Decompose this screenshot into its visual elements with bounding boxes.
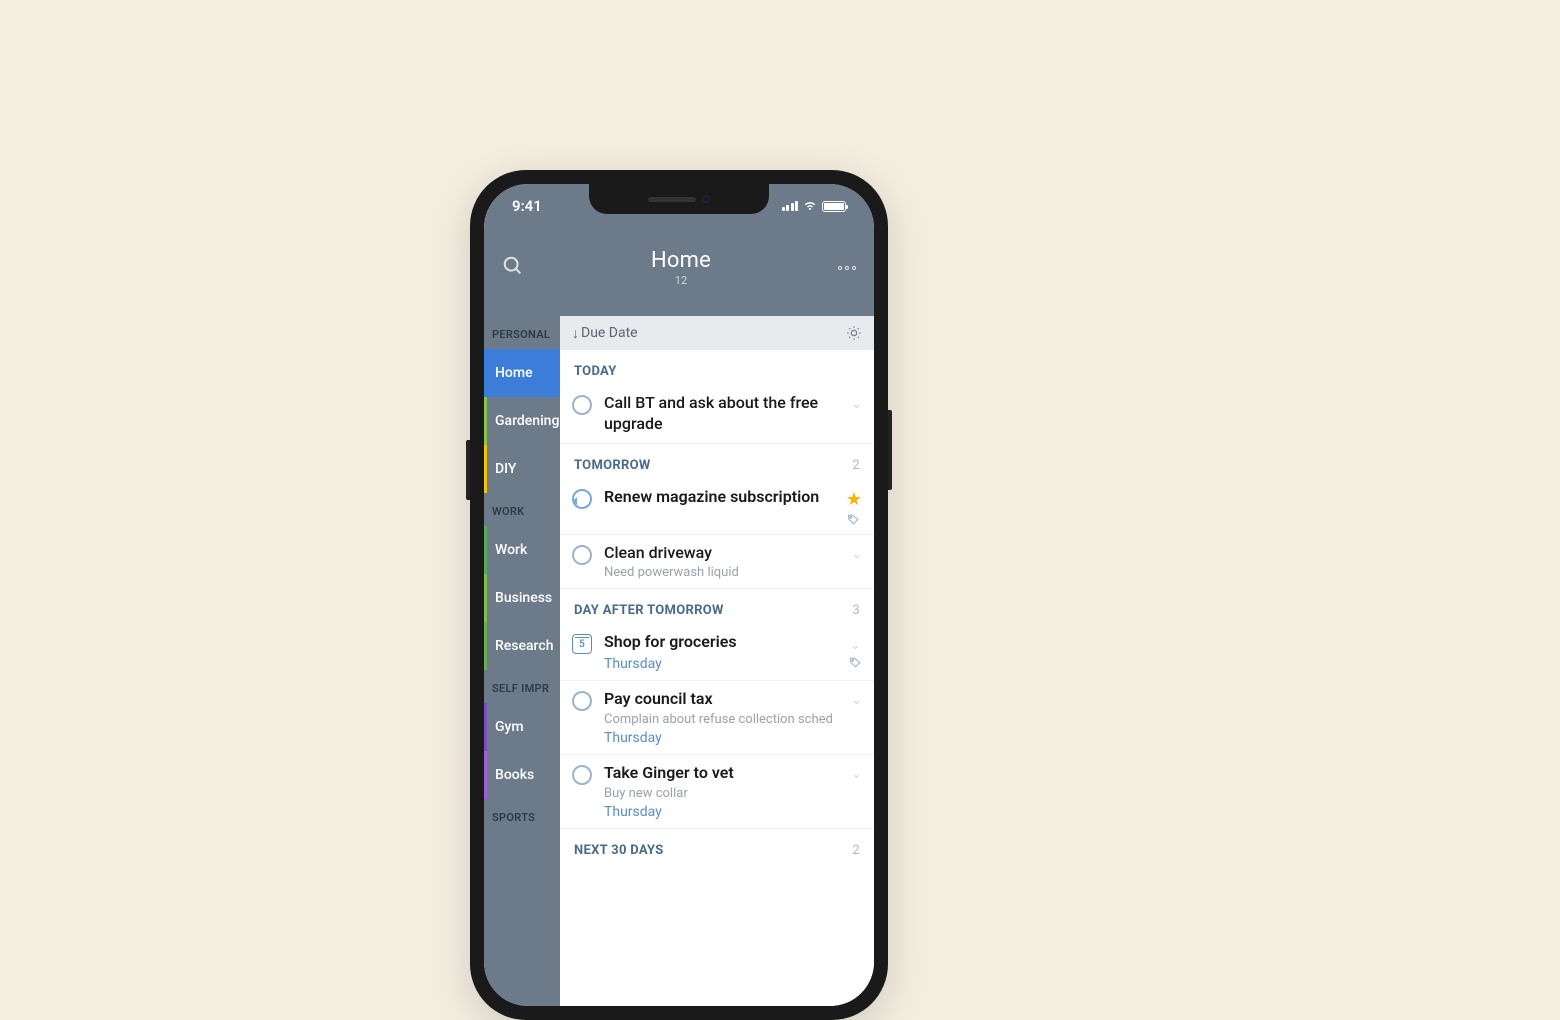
sort-arrow-icon: ↓	[572, 325, 579, 342]
front-camera	[702, 195, 710, 203]
sidebar-item-gardening[interactable]: Gardening	[484, 397, 560, 445]
task-title: Pay council tax	[604, 689, 839, 710]
cellular-signal-icon	[782, 201, 799, 211]
list-color-icon	[484, 397, 487, 445]
wifi-icon	[803, 199, 817, 213]
speaker-grill	[648, 197, 696, 202]
header-title: Home 12	[651, 248, 711, 287]
sort-bar[interactable]: ↓ Due Date	[560, 316, 874, 350]
star-icon[interactable]: ★	[846, 489, 862, 510]
task-title: Clean driveway	[604, 543, 839, 564]
task-checkbox[interactable]	[572, 395, 592, 415]
list-count: 12	[651, 274, 711, 287]
task-due-date: Thursday	[604, 730, 839, 746]
more-button[interactable]	[838, 266, 856, 270]
expand-icon: ⌄	[851, 547, 862, 562]
section-header-day-after: DAY AFTER TOMORROW 3	[560, 589, 874, 624]
expand-icon: ⌄	[850, 638, 861, 653]
task-row[interactable]: Take Ginger to vet Buy new collar Thursd…	[560, 755, 874, 829]
task-title: Shop for groceries	[604, 632, 837, 653]
sidebar-item-home[interactable]: Home	[484, 349, 560, 397]
task-title: Call BT and ask about the free upgrade	[604, 393, 839, 435]
sidebar-item-gym[interactable]: Gym	[484, 703, 560, 751]
list-color-icon	[484, 526, 487, 574]
task-row[interactable]: Pay council tax Complain about refuse co…	[560, 681, 874, 755]
sidebar-item-diy[interactable]: DIY	[484, 445, 560, 493]
expand-icon: ⌄	[851, 397, 862, 412]
task-checkbox[interactable]	[572, 545, 592, 565]
sidebar-item-business[interactable]: Business	[484, 574, 560, 622]
sidebar-section-self-impr: SELF IMPR	[484, 670, 560, 703]
task-title: Renew magazine subscription	[604, 487, 834, 508]
task-due-date: Thursday	[604, 804, 839, 820]
task-note: Need powerwash liquid	[604, 565, 839, 580]
sidebar-section-work: WORK	[484, 493, 560, 526]
task-date-icon[interactable]: 5	[572, 634, 592, 654]
list-color-icon	[484, 445, 487, 493]
expand-icon: ⌄	[851, 767, 862, 782]
phone-notch	[589, 184, 769, 214]
status-indicators	[782, 199, 847, 213]
phone-screen: 9:41 Home 12	[484, 184, 874, 1006]
sort-label: Due Date	[581, 325, 638, 341]
section-header-next30: NEXT 30 DAYS 2	[560, 829, 874, 864]
sidebar-item-work[interactable]: Work	[484, 526, 560, 574]
task-row[interactable]: Call BT and ask about the free upgrade ⌄	[560, 385, 874, 444]
list-color-icon	[484, 703, 487, 751]
sidebar-item-books[interactable]: Books	[484, 751, 560, 799]
list-title: Home	[651, 248, 711, 273]
sidebar[interactable]: PERSONAL Home Gardening DIY WORK Work	[484, 316, 560, 1006]
list-color-icon	[484, 622, 487, 670]
task-note: Complain about refuse collection sched	[604, 712, 839, 727]
tag-icon	[847, 513, 860, 526]
sidebar-section-sports: SPORTS	[484, 799, 560, 832]
status-time: 9:41	[512, 197, 542, 215]
battery-icon	[822, 201, 846, 212]
task-due-date: Thursday	[604, 656, 837, 672]
section-header-tomorrow: TOMORROW 2	[560, 444, 874, 479]
task-note: Buy new collar	[604, 786, 839, 801]
task-checkbox-recurring[interactable]	[572, 489, 592, 509]
sidebar-item-research[interactable]: Research	[484, 622, 560, 670]
task-checkbox[interactable]	[572, 691, 592, 711]
expand-icon: ⌄	[851, 693, 862, 708]
sidebar-section-personal: PERSONAL	[484, 316, 560, 349]
content-area: PERSONAL Home Gardening DIY WORK Work	[484, 316, 874, 1006]
task-row[interactable]: Clean driveway Need powerwash liquid ⌄	[560, 535, 874, 590]
search-button[interactable]	[502, 255, 524, 281]
list-color-icon	[484, 751, 487, 799]
display-settings-icon[interactable]	[846, 325, 862, 341]
task-row[interactable]: Renew magazine subscription ★	[560, 479, 874, 535]
task-row[interactable]: 5 Shop for groceries Thursday ⌄	[560, 624, 874, 681]
section-header-today: TODAY	[560, 350, 874, 385]
tag-icon	[849, 656, 862, 669]
list-color-icon	[484, 574, 487, 622]
task-list[interactable]: ↓ Due Date TODAY Call BT and ask about t…	[560, 316, 874, 1006]
task-checkbox[interactable]	[572, 765, 592, 785]
phone-frame: 9:41 Home 12	[470, 170, 888, 1020]
task-title: Take Ginger to vet	[604, 763, 839, 784]
